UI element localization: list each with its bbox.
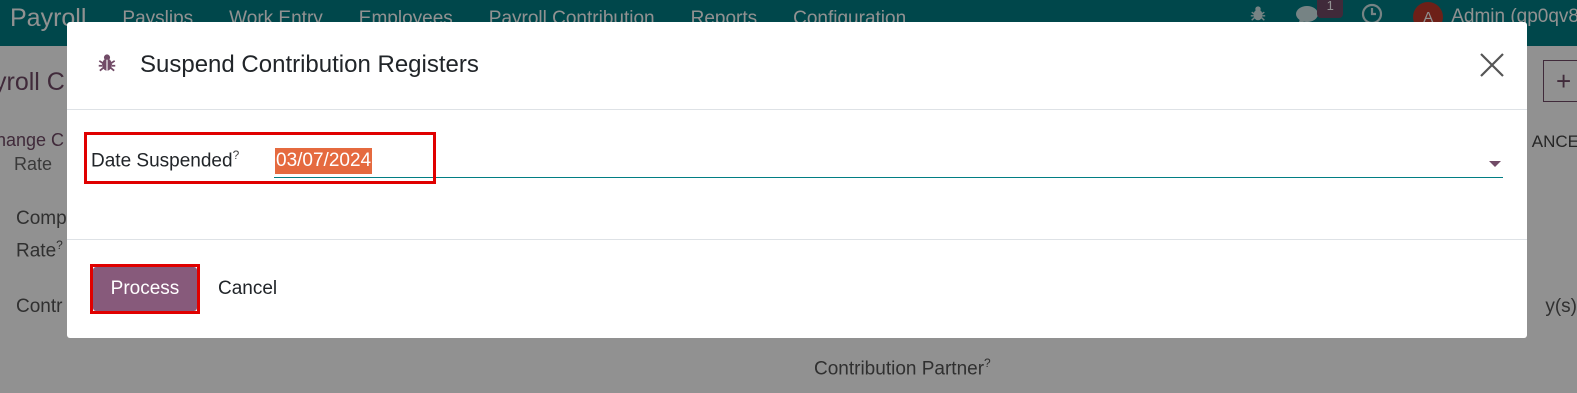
help-tooltip-icon[interactable]: ? [233,148,240,162]
date-suspended-input[interactable]: 03/07/2024 [274,147,1503,178]
dialog-header: Suspend Contribution Registers [67,22,1527,110]
date-suspended-value: 03/07/2024 [275,148,373,174]
chevron-down-icon[interactable] [1489,161,1501,167]
close-icon[interactable] [1479,52,1505,78]
bug-icon [96,52,118,74]
date-suspended-label: Date Suspended? [91,148,240,172]
dialog-footer: Process Cancel [67,240,1527,338]
dialog-title: Suspend Contribution Registers [140,51,479,78]
cancel-button[interactable]: Cancel [218,278,277,300]
suspend-dialog: Suspend Contribution Registers Date Susp… [67,22,1527,338]
process-button[interactable]: Process [93,267,197,311]
dialog-body: Date Suspended? 03/07/2024 [67,110,1527,240]
